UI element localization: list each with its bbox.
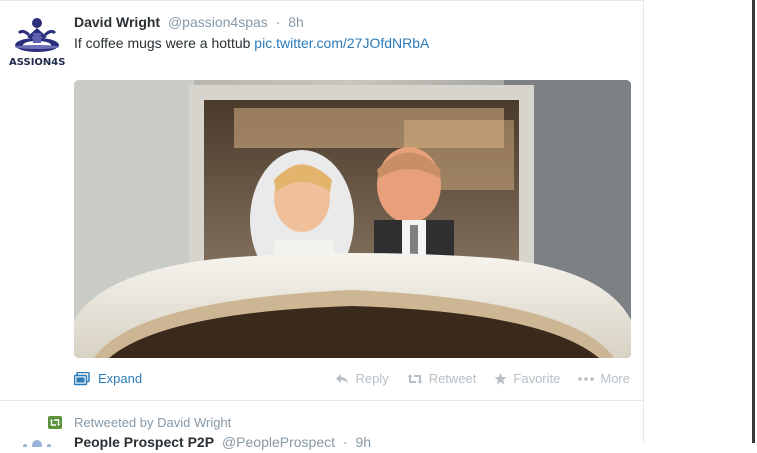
separator-dot: · bbox=[342, 434, 348, 450]
timestamp[interactable]: 8h bbox=[288, 14, 304, 30]
tweet[interactable]: ASSION4SP David Wright @passion4spas · 8… bbox=[0, 1, 643, 401]
username[interactable]: @PeopleProspect bbox=[222, 434, 335, 450]
tweet-header: David Wright @passion4spas · 8h bbox=[74, 14, 304, 30]
fullname[interactable]: People Prospect P2P bbox=[74, 434, 214, 450]
expand-label: Expand bbox=[98, 371, 143, 386]
logo-icon bbox=[15, 18, 59, 52]
ellipsis-icon bbox=[578, 376, 595, 381]
action-buttons: Reply Retweet Favorite More bbox=[335, 371, 630, 386]
right-panel bbox=[644, 0, 757, 443]
reply-button[interactable]: Reply bbox=[335, 371, 389, 386]
more-label: More bbox=[600, 371, 630, 386]
tweet-header: People Prospect P2P @PeopleProspect · 9h bbox=[74, 434, 371, 450]
reply-icon bbox=[336, 373, 349, 384]
pic-link[interactable]: pic.twitter.com/27JOfdNRbA bbox=[254, 35, 429, 51]
retweet-context: Retweeted by David Wright bbox=[48, 415, 231, 430]
star-icon bbox=[494, 372, 507, 384]
tweet-actions: Expand Reply Retweet Favorite More bbox=[74, 371, 632, 391]
window-edge bbox=[752, 0, 755, 443]
expand-icon bbox=[74, 371, 90, 385]
more-button[interactable]: More bbox=[578, 371, 630, 386]
fullname[interactable]: David Wright bbox=[74, 14, 160, 30]
timestamp[interactable]: 9h bbox=[355, 434, 371, 450]
reply-label: Reply bbox=[355, 371, 389, 386]
retweeted-by[interactable]: Retweeted by David Wright bbox=[74, 415, 231, 430]
separator-dot: · bbox=[275, 14, 281, 30]
retweet-button[interactable]: Retweet bbox=[407, 371, 477, 386]
retweet-icon bbox=[48, 416, 62, 429]
retweet-label: Retweet bbox=[428, 371, 477, 386]
tweet-text-body: If coffee mugs were a hottub bbox=[74, 35, 251, 51]
avatar[interactable] bbox=[9, 433, 65, 453]
favorite-label: Favorite bbox=[513, 371, 561, 386]
logo-icon bbox=[23, 440, 51, 450]
expand-button[interactable]: Expand bbox=[74, 371, 142, 386]
photo-image bbox=[74, 80, 631, 358]
username[interactable]: @passion4spas bbox=[168, 14, 268, 30]
favorite-button[interactable]: Favorite bbox=[494, 371, 560, 386]
tweet-photo[interactable] bbox=[74, 80, 631, 358]
tweet-stream: ASSION4SP David Wright @passion4spas · 8… bbox=[0, 0, 644, 450]
tweet-text: If coffee mugs were a hottub pic.twitter… bbox=[74, 35, 429, 51]
retweet-icon bbox=[407, 373, 423, 384]
avatar[interactable]: ASSION4SP bbox=[9, 15, 65, 71]
avatar-logo-text: ASSION4SP bbox=[9, 57, 65, 68]
